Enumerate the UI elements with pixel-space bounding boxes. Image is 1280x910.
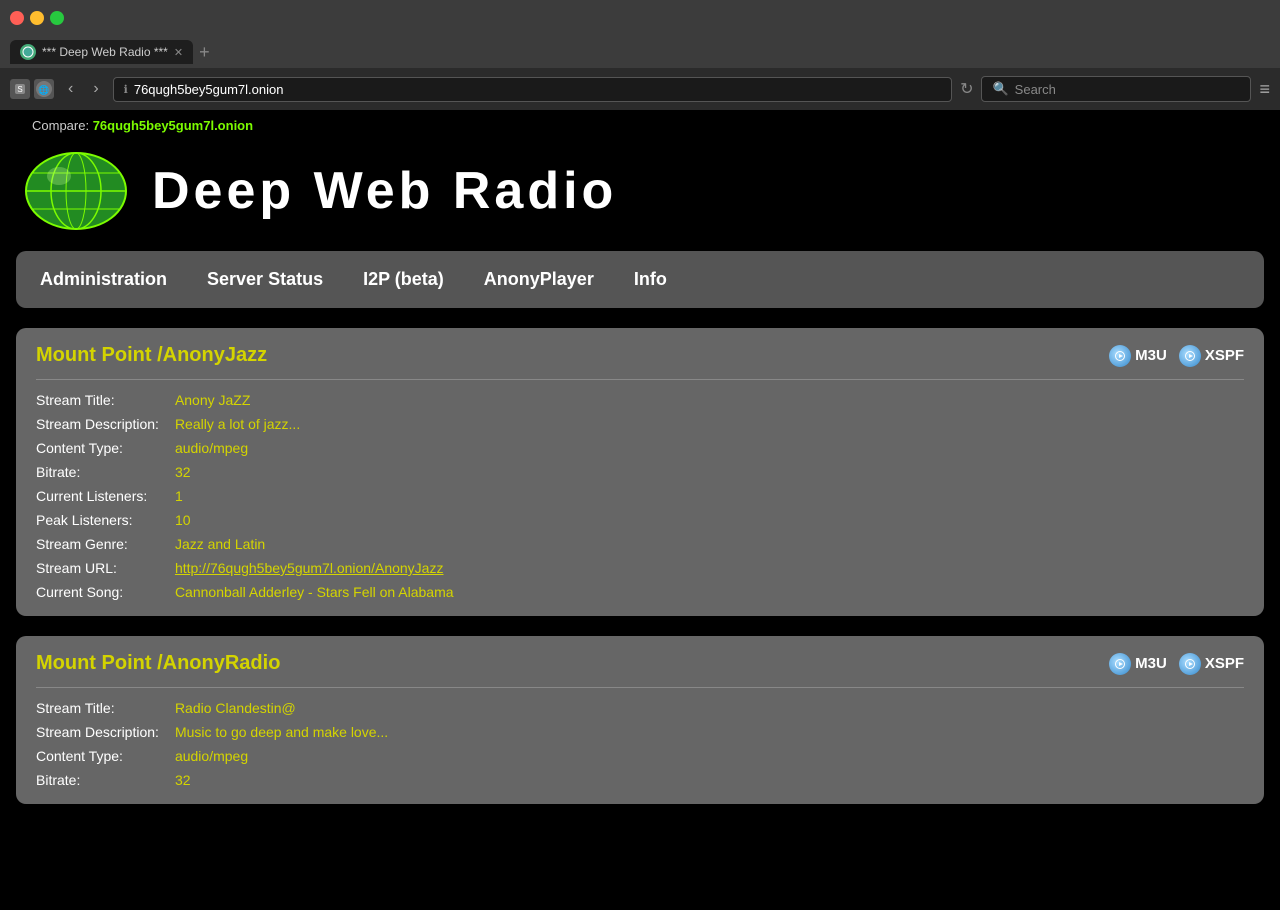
maximize-button[interactable] [50, 11, 64, 25]
tab-title: *** Deep Web Radio *** [42, 45, 168, 59]
search-icon: 🔍 [992, 81, 1008, 97]
site-logo [16, 151, 136, 231]
nav-server-status[interactable]: Server Status [207, 269, 323, 290]
field-value-0-6: Jazz and Latin [175, 536, 1244, 552]
search-bar[interactable]: 🔍 Search [981, 76, 1251, 102]
field-value-0-5: 10 [175, 512, 1244, 528]
mount-card-0: Mount Point /AnonyJazz M3U XSPF Stream Ti… [16, 328, 1264, 616]
tab-bar: *** Deep Web Radio *** ✕ + [0, 36, 1280, 68]
field-label-0-0: Stream Title: [36, 392, 159, 408]
tab-favicon [20, 44, 36, 60]
m3u-play-icon [1109, 345, 1131, 367]
nav-info[interactable]: Info [634, 269, 667, 290]
mount-m3u-1[interactable]: M3U [1109, 653, 1167, 675]
nav-administration[interactable]: Administration [40, 269, 167, 290]
field-value-0-1: Really a lot of jazz... [175, 416, 1244, 432]
field-value-0-0: Anony JaZZ [175, 392, 1244, 408]
mount-title-0: Mount Point /AnonyJazz [36, 344, 267, 367]
menu-button[interactable]: ≡ [1259, 79, 1270, 100]
browser-chrome: *** Deep Web Radio *** ✕ + S 🌐 ‹ › ℹ 76q… [0, 0, 1280, 110]
field-value-1-0: Radio Clandestin@ [175, 700, 1244, 716]
mount-divider-0 [36, 379, 1244, 380]
forward-button[interactable]: › [87, 76, 104, 102]
compare-bar: Compare: 76qugh5bey5gum7l.onion [16, 110, 1264, 141]
xspf-play-icon [1179, 653, 1201, 675]
field-value-0-4: 1 [175, 488, 1244, 504]
nav-bar: S 🌐 ‹ › ℹ 76qugh5bey5gum7l.onion ↻ 🔍 Sea… [0, 68, 1280, 110]
field-label-0-4: Current Listeners: [36, 488, 159, 504]
field-label-1-3: Bitrate: [36, 772, 159, 788]
svg-text:S: S [17, 85, 22, 94]
new-tab-button[interactable]: + [199, 42, 210, 63]
mount-title-1: Mount Point /AnonyRadio [36, 652, 280, 675]
mount-xspf-1[interactable]: XSPF [1179, 653, 1244, 675]
field-value-0-2: audio/mpeg [175, 440, 1244, 456]
refresh-button[interactable]: ↻ [960, 79, 973, 99]
mount-header-0: Mount Point /AnonyJazz M3U XSPF [36, 344, 1244, 367]
site-header: Deep Web Radio [16, 141, 1264, 251]
xspf-play-icon [1179, 345, 1201, 367]
field-label-1-0: Stream Title: [36, 700, 159, 716]
mount-header-1: Mount Point /AnonyRadio M3U XSPF [36, 652, 1244, 675]
field-value-1-2: audio/mpeg [175, 748, 1244, 764]
field-value-0-3: 32 [175, 464, 1244, 480]
tab-close-button[interactable]: ✕ [174, 46, 183, 59]
page-content: Compare: 76qugh5bey5gum7l.onion Deep Web… [0, 110, 1280, 840]
field-label-0-1: Stream Description: [36, 416, 159, 432]
nav-anonyplayer[interactable]: AnonyPlayer [484, 269, 594, 290]
field-value-0-7[interactable]: http://76qugh5bey5gum7l.onion/AnonyJazz [175, 560, 1244, 576]
mount-xspf-0[interactable]: XSPF [1179, 345, 1244, 367]
sidebar-icons: S 🌐 [10, 79, 54, 99]
sidebar-icon-2: 🌐 [34, 79, 54, 99]
mount-actions-1: M3U XSPF [1109, 653, 1244, 675]
window-controls [10, 11, 64, 25]
mount-m3u-0[interactable]: M3U [1109, 345, 1167, 367]
back-button[interactable]: ‹ [62, 76, 79, 102]
field-label-0-7: Stream URL: [36, 560, 159, 576]
address-text: 76qugh5bey5gum7l.onion [134, 82, 284, 97]
minimize-button[interactable] [30, 11, 44, 25]
site-title: Deep Web Radio [152, 161, 617, 221]
nav-i2p[interactable]: I2P (beta) [363, 269, 444, 290]
field-label-0-3: Bitrate: [36, 464, 159, 480]
field-label-0-8: Current Song: [36, 584, 159, 600]
field-label-0-2: Content Type: [36, 440, 159, 456]
main-nav: Administration Server Status I2P (beta) … [16, 251, 1264, 308]
logo-globe-svg [21, 151, 131, 231]
search-placeholder: Search [1015, 82, 1056, 97]
field-value-0-8: Cannonball Adderley - Stars Fell on Alab… [175, 584, 1244, 600]
mounts-container: Mount Point /AnonyJazz M3U XSPF Stream Ti… [16, 328, 1264, 804]
mount-actions-0: M3U XSPF [1109, 345, 1244, 367]
close-button[interactable] [10, 11, 24, 25]
field-label-0-5: Peak Listeners: [36, 512, 159, 528]
compare-url: 76qugh5bey5gum7l.onion [93, 118, 253, 133]
compare-label: Compare: [32, 118, 89, 133]
field-value-1-1: Music to go deep and make love... [175, 724, 1244, 740]
mount-data-0: Stream Title: Anony JaZZ Stream Descriptio… [36, 392, 1244, 600]
m3u-play-icon [1109, 653, 1131, 675]
field-label-1-2: Content Type: [36, 748, 159, 764]
mount-divider-1 [36, 687, 1244, 688]
field-label-0-6: Stream Genre: [36, 536, 159, 552]
title-bar [0, 0, 1280, 36]
field-value-1-3: 32 [175, 772, 1244, 788]
field-label-1-1: Stream Description: [36, 724, 159, 740]
sidebar-icon-1: S [10, 79, 30, 99]
browser-tab[interactable]: *** Deep Web Radio *** ✕ [10, 40, 193, 64]
mount-data-1: Stream Title: Radio Clandestin@ Stream Des… [36, 700, 1244, 788]
lock-icon: ℹ [124, 83, 128, 96]
svg-text:🌐: 🌐 [38, 84, 49, 95]
address-bar[interactable]: ℹ 76qugh5bey5gum7l.onion [113, 77, 952, 102]
mount-card-1: Mount Point /AnonyRadio M3U XSPF Stream T… [16, 636, 1264, 804]
